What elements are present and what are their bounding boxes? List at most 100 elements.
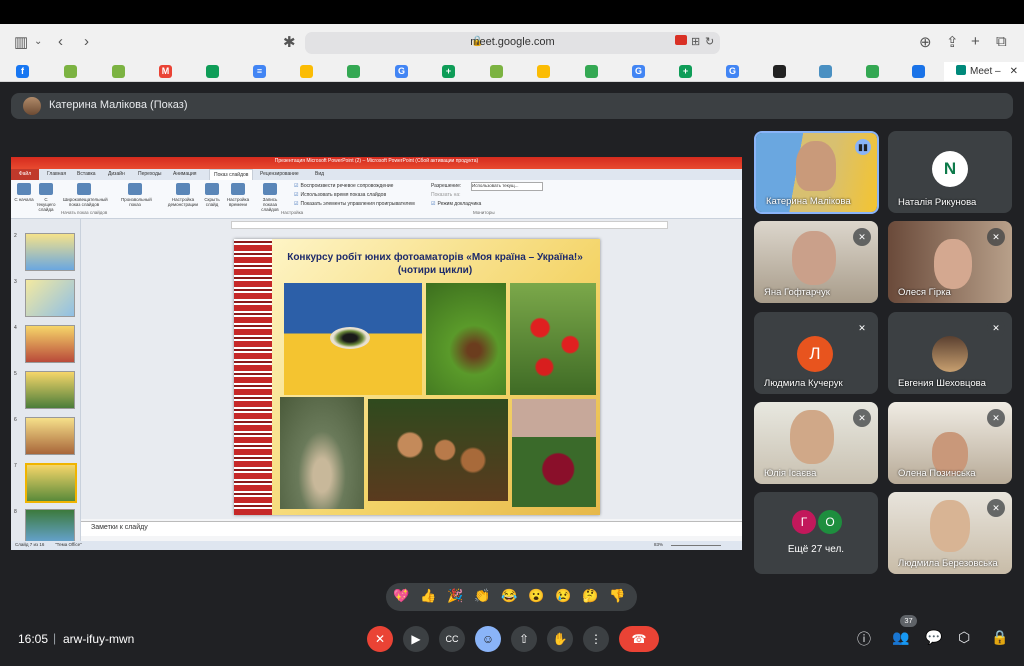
tab-home[interactable]: Главная xyxy=(47,171,66,177)
slide-editor[interactable]: Конкурсу робіт юних фотоаматорів «Моя кр… xyxy=(81,219,742,519)
clap-reaction[interactable]: 👏 xyxy=(474,588,490,604)
back-icon[interactable]: ‹ xyxy=(58,33,63,50)
participant-tile[interactable]: ✕ Олеся Гірка xyxy=(888,221,1012,303)
presenter-view-checkbox[interactable]: Режим докладчика xyxy=(431,201,481,207)
slide-thumbnail[interactable] xyxy=(25,371,75,409)
pinned-tab-icon[interactable] xyxy=(64,65,77,78)
participant-tile-speaking[interactable]: ▮▮ Катерина Малікова xyxy=(754,131,879,214)
more-options-button[interactable]: ⋮ xyxy=(583,626,609,652)
file-tab[interactable]: Файл xyxy=(11,169,39,180)
tab-animation[interactable]: Анимация xyxy=(173,171,196,177)
from-start-button[interactable]: С начала xyxy=(13,183,35,202)
thumbs-down-reaction[interactable]: 👎 xyxy=(609,588,625,604)
raise-hand-button[interactable]: ✋ xyxy=(547,626,573,652)
setup-show-button[interactable]: Настройка демонстрации xyxy=(166,183,200,207)
resolution-select[interactable]: Использовать текущ... xyxy=(471,182,543,191)
slide-thumbnail[interactable] xyxy=(25,279,75,317)
activities-icon[interactable]: ⬡ xyxy=(958,629,970,646)
heart-reaction[interactable]: 💖 xyxy=(393,588,409,604)
chevron-down-icon[interactable]: ⌄ xyxy=(34,36,42,47)
participant-tile[interactable]: ✕ Олена Позинська xyxy=(888,402,1012,484)
more-participants-tile[interactable]: Г О Ещё 27 чел. xyxy=(754,492,878,574)
current-slide[interactable]: Конкурсу робіт юних фотоаматорів «Моя кр… xyxy=(234,239,600,515)
hide-slide-button[interactable]: Скрыть слайд xyxy=(201,183,223,207)
present-button[interactable]: ⇧ xyxy=(511,626,537,652)
emoji-button[interactable]: ☺ xyxy=(475,626,501,652)
sheets-icon[interactable]: + xyxy=(679,65,692,78)
pinned-tab-icon[interactable] xyxy=(490,65,503,78)
drive-icon[interactable] xyxy=(585,65,598,78)
media-controls-checkbox[interactable]: Показать элементы управления проигрывате… xyxy=(294,201,414,207)
slide-thumbnail[interactable] xyxy=(25,233,75,271)
camera-button[interactable]: ▶ xyxy=(403,626,429,652)
forward-icon[interactable]: › xyxy=(84,33,89,50)
reload-icon[interactable]: ↻ xyxy=(705,35,714,48)
google-icon[interactable]: G xyxy=(395,65,408,78)
slide-thumbnail[interactable] xyxy=(25,325,75,363)
info-icon[interactable]: ⓘ xyxy=(857,629,871,649)
record-show-button[interactable]: Запись показа слайдов xyxy=(255,183,285,212)
timings-checkbox[interactable]: Использовать время показа слайдов xyxy=(294,192,386,198)
docs-icon[interactable]: ≡ xyxy=(253,65,266,78)
captions-button[interactable]: CC xyxy=(439,626,465,652)
tab-insert[interactable]: Вставка xyxy=(77,171,96,177)
participant-tile[interactable]: ✕ Людмила Березовська xyxy=(888,492,1012,574)
sidebar-icon[interactable]: ▥ xyxy=(14,33,28,51)
gmail-icon[interactable]: M xyxy=(159,65,172,78)
participant-tile[interactable]: N Наталія Рикунова xyxy=(888,131,1012,213)
from-current-button[interactable]: С текущего слайда xyxy=(35,183,57,212)
pinned-tab-icon[interactable] xyxy=(912,65,925,78)
mic-off-button[interactable]: ✕ xyxy=(367,626,393,652)
drive-icon[interactable] xyxy=(300,65,313,78)
host-controls-icon[interactable]: 🔒 xyxy=(991,629,1008,646)
active-tab[interactable]: Meet – ✕ xyxy=(944,62,1024,81)
tab-design[interactable]: Дизайн xyxy=(108,171,125,177)
participant-tile[interactable]: Л ✕ Людмила Кучерук xyxy=(754,312,878,394)
translate-icon[interactable]: ⊞ xyxy=(691,35,700,48)
participant-tile[interactable]: ✕ Яна Гофтарчук xyxy=(754,221,878,303)
people-icon[interactable]: 👥 xyxy=(892,629,909,646)
sheets-icon[interactable]: + xyxy=(442,65,455,78)
party-reaction[interactable]: 🎉 xyxy=(447,588,463,604)
google-icon[interactable]: G xyxy=(726,65,739,78)
pinned-tab-icon[interactable] xyxy=(773,65,786,78)
slide-thumbnail[interactable] xyxy=(25,417,75,455)
pinned-tab-icon[interactable] xyxy=(112,65,125,78)
classroom-icon[interactable] xyxy=(206,65,219,78)
tab-review[interactable]: Рецензирование xyxy=(260,171,299,177)
drive-icon[interactable] xyxy=(347,65,360,78)
extension-icon[interactable]: ✱ xyxy=(283,33,296,51)
google-icon[interactable]: G xyxy=(632,65,645,78)
notes-pane[interactable]: Заметки к слайду xyxy=(81,521,742,536)
pinned-tab-icon[interactable] xyxy=(819,65,832,78)
zoom-slider[interactable] xyxy=(671,545,721,546)
custom-show-button[interactable]: Произвольный показ xyxy=(121,183,152,207)
close-icon[interactable]: ✕ xyxy=(1010,62,1018,81)
narration-checkbox[interactable]: Воспроизвести речевое сопровождение xyxy=(294,183,393,189)
thumbs-up-reaction[interactable]: 👍 xyxy=(420,588,436,604)
rehearse-timings-button[interactable]: Настройка времени xyxy=(225,183,251,207)
meet-icon[interactable] xyxy=(866,65,879,78)
download-icon[interactable]: ⊕ xyxy=(919,33,932,51)
laugh-reaction[interactable]: 😂 xyxy=(501,588,517,604)
leave-call-button[interactable]: ☎ xyxy=(619,626,659,652)
tab-view[interactable]: Вид xyxy=(315,171,324,177)
drive-icon[interactable] xyxy=(537,65,550,78)
camera-indicator-icon[interactable] xyxy=(675,35,687,45)
participant-tile[interactable]: ✕ Евгения Шеховцова xyxy=(888,312,1012,394)
slide-thumbnail-selected[interactable] xyxy=(25,463,77,503)
shared-screen[interactable]: Презентация Microsoft PowerPoint (2) – M… xyxy=(11,157,742,550)
tab-transitions[interactable]: Переходы xyxy=(138,171,161,177)
participant-tile[interactable]: ✕ Юлія Ісаєва xyxy=(754,402,878,484)
facebook-icon[interactable]: f xyxy=(16,65,29,78)
address-bar[interactable]: 🔒 meet.google.com ⊞ ↻ xyxy=(305,32,720,54)
share-icon[interactable]: ⇪ xyxy=(946,33,959,51)
tab-slideshow[interactable]: Показ слайдов xyxy=(209,169,254,180)
thinking-reaction[interactable]: 🤔 xyxy=(582,588,598,604)
broadcast-button[interactable]: Широковещательный показ слайдов xyxy=(63,183,108,207)
sad-reaction[interactable]: 😢 xyxy=(555,588,571,604)
chat-icon[interactable]: 💬 xyxy=(925,629,942,646)
tabs-overview-icon[interactable]: ⧉ xyxy=(996,33,1007,50)
surprised-reaction[interactable]: 😮 xyxy=(528,588,544,604)
new-tab-icon[interactable]: + xyxy=(971,33,980,50)
